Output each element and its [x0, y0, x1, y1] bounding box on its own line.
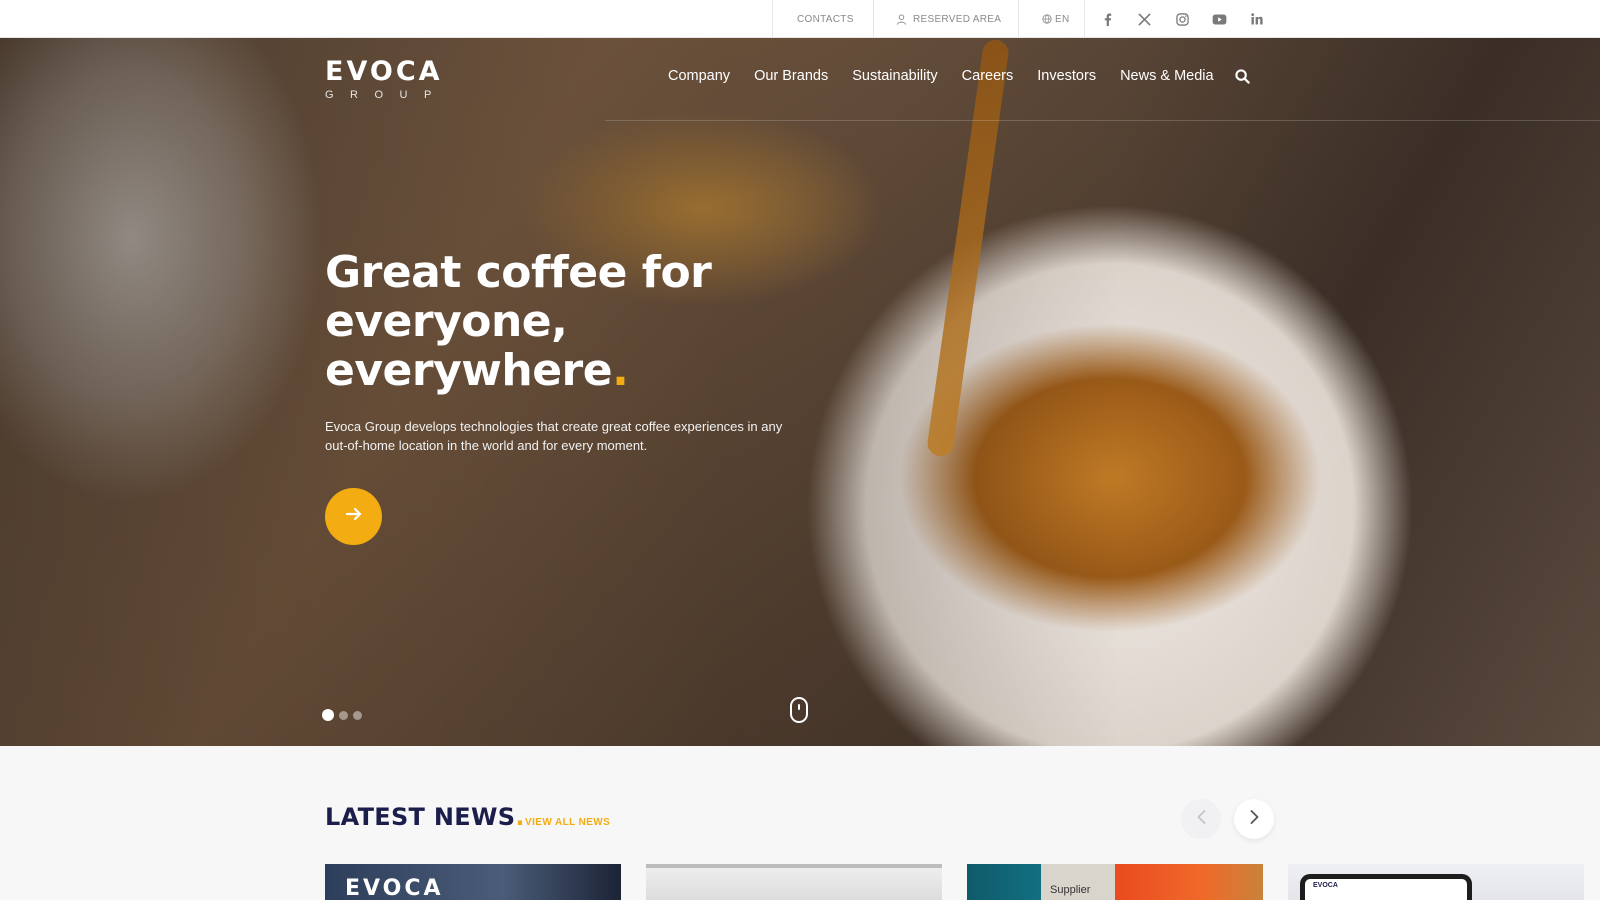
divider: [1018, 0, 1019, 38]
language-label: EN: [1055, 13, 1070, 25]
news-card-image-text: EVOCA: [345, 876, 444, 900]
hero-cta-button[interactable]: [325, 488, 382, 545]
news-next-button[interactable]: [1234, 799, 1274, 839]
hero-headline: Great coffee for everyone, everywhere.: [325, 248, 885, 395]
chevron-left-icon: [1197, 809, 1206, 829]
slider-dot-1[interactable]: [322, 709, 334, 721]
nav-item-investors[interactable]: Investors: [1037, 68, 1096, 84]
youtube-icon[interactable]: [1207, 0, 1231, 38]
x-twitter-icon[interactable]: [1132, 0, 1156, 38]
chevron-right-icon: [1250, 809, 1259, 829]
news-card-2[interactable]: [646, 864, 942, 900]
linkedin-icon[interactable]: [1245, 0, 1269, 38]
logo-word: EVOCA: [325, 56, 443, 87]
reserved-area-label: RESERVED AREA: [913, 13, 1002, 25]
news-prev-button[interactable]: [1181, 799, 1221, 839]
divider: [873, 0, 874, 38]
news-card-3[interactable]: Supplier: [967, 864, 1263, 900]
news-card-image-text: EVOCA: [1313, 882, 1338, 889]
view-all-news-link[interactable]: VIEW ALL NEWS: [525, 817, 610, 828]
reserved-area-link[interactable]: RESERVED AREA: [896, 0, 1001, 38]
slider-dot-3[interactable]: [353, 710, 362, 720]
arrow-right-icon: [345, 507, 362, 526]
latest-news-dot: .: [515, 803, 525, 831]
latest-news-heading: LATEST NEWS.: [325, 803, 525, 831]
slider-pagination: [322, 709, 362, 721]
language-selector[interactable]: EN: [1042, 0, 1070, 38]
nav-item-careers[interactable]: Careers: [962, 68, 1014, 84]
nav-item-our-brands[interactable]: Our Brands: [754, 68, 828, 84]
contacts-label: CONTACTS: [797, 13, 854, 25]
hero-headline-text: Great coffee for everyone, everywhere: [325, 247, 712, 396]
news-card-4[interactable]: EVOCA: [1288, 864, 1584, 900]
divider: [1084, 0, 1085, 38]
hero-description: Evoca Group develops technologies that c…: [325, 419, 783, 453]
slider-dot-2[interactable]: [339, 710, 348, 720]
contacts-link[interactable]: CONTACTS: [797, 0, 854, 38]
globe-icon: [1042, 14, 1052, 24]
divider: [772, 0, 773, 38]
search-icon[interactable]: [1235, 69, 1250, 89]
news-card-image-text: Supplier: [1050, 884, 1091, 896]
main-nav: Company Our Brands Sustainability Career…: [668, 68, 1214, 84]
instagram-icon[interactable]: [1170, 0, 1194, 38]
nav-item-company[interactable]: Company: [668, 68, 730, 84]
logo-subword: GROUP: [325, 89, 448, 101]
laptop-image: EVOCA: [1300, 874, 1472, 900]
news-card-1[interactable]: EVOCA: [325, 864, 621, 900]
nav-item-sustainability[interactable]: Sustainability: [852, 68, 937, 84]
facebook-icon[interactable]: [1096, 0, 1120, 38]
top-utility-bar: CONTACTS RESERVED AREA EN: [0, 0, 1600, 38]
evoca-group-logo[interactable]: EVOCA GROUP: [325, 58, 447, 102]
user-icon: [896, 13, 907, 25]
nav-divider: [605, 120, 1600, 121]
latest-news-title: LATEST NEWS: [325, 803, 516, 831]
scroll-mouse-icon[interactable]: [790, 697, 808, 723]
hero-headline-dot: .: [612, 345, 629, 396]
nav-item-news-media[interactable]: News & Media: [1120, 68, 1213, 84]
